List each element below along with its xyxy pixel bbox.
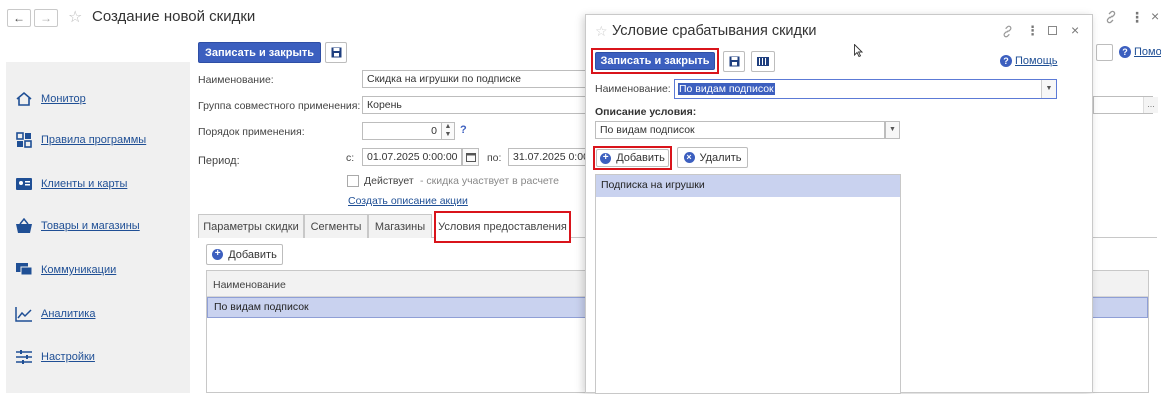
back-button[interactable]: ← [7,9,31,27]
add-label: Добавить [616,152,665,164]
tab-conditions[interactable]: Условия предоставления [434,211,571,243]
help-settings-button[interactable] [1096,44,1113,61]
group-select-button[interactable]: ... [1143,97,1158,113]
maximize-icon[interactable] [1048,26,1057,35]
delete-circle-icon: × [683,152,695,163]
more-icon[interactable]: ⋮ [1130,9,1144,26]
dialog-name-value: По видам подписок [678,83,775,95]
sidebar-item-settings[interactable]: Настройки [14,345,190,369]
favorite-star-icon[interactable]: ☆ [68,7,82,27]
arrow-left-icon: ← [13,11,25,25]
sidebar-item-communications[interactable]: Коммуникации [14,258,190,282]
subscription-list: Подписка на игрушки [595,174,901,394]
from-date-field[interactable]: 01.07.2025 0:00:00 [362,148,462,166]
tab-discount-params[interactable]: Параметры скидки [198,214,304,238]
dialog-delete-button[interactable]: × Удалить [677,147,748,168]
forward-button[interactable]: → [34,9,58,27]
barcode-icon [757,57,769,66]
chat-icon [14,261,34,279]
dropdown-arrow-icon[interactable]: ▼ [885,121,900,139]
name-field[interactable]: Скидка на игрушки по подписке [362,70,592,88]
page-title: Создание новой скидки [92,8,256,25]
floppy-disk-icon [729,56,740,67]
create-description-link[interactable]: Создать описание акции [348,195,468,207]
plus-circle-icon: + [600,152,612,164]
sidebar: Монитор Правила программы Клиенты и карт… [6,62,190,393]
group-label: Группа совместного применения: [198,100,361,112]
plus-circle-icon: + [212,249,224,260]
sidebar-item-label: Настройки [41,351,95,363]
help-label: Помощь [1134,46,1161,58]
sidebar-item-label: Монитор [41,93,86,105]
add-highlight: + Добавить [593,146,672,170]
grid-icon [14,131,34,149]
link-icon[interactable] [1104,10,1118,24]
save-close-highlight: Записать и закрыть [591,48,719,74]
help-icon: ? [1000,55,1012,67]
help-icon: ? [1119,46,1131,58]
save-button[interactable] [325,42,347,63]
arrow-right-icon: → [40,11,52,25]
dialog-add-button[interactable]: + Добавить [596,149,669,167]
sidebar-item-rules[interactable]: Правила программы [14,128,190,152]
dropdown-arrow-icon[interactable]: ▼ [1041,80,1056,98]
add-label: Добавить [228,248,277,261]
basket-icon [14,217,34,235]
sidebar-item-label: Товары и магазины [41,220,140,232]
close-icon[interactable]: × [1151,8,1159,24]
dialog-barcode-button[interactable] [751,51,775,72]
help-label: Помощь [1015,55,1058,67]
dialog-desc-label: Описание условия: [595,106,697,118]
sidebar-item-label: Коммуникации [41,264,117,276]
active-checkbox[interactable] [347,175,359,187]
order-field[interactable]: 0 [362,122,442,140]
tab-segments[interactable]: Сегменты [304,214,368,238]
order-help-icon[interactable]: ? [460,124,467,136]
dialog-save-close-button[interactable]: Записать и закрыть [595,52,715,70]
home-icon [14,90,34,108]
sidebar-item-analytics[interactable]: Аналитика [14,302,190,326]
dialog-save-button[interactable] [723,51,745,72]
floppy-disk-icon [331,47,342,58]
mouse-cursor-icon [854,44,863,57]
delete-label: Удалить [699,151,742,164]
active-label: Действует [364,175,414,187]
condition-dialog: ☆ Условие срабатывания скидки ⋮ × Записа… [585,14,1093,394]
favorite-star-icon[interactable]: ☆ [595,23,608,40]
active-hint: - скидка участвует в расчете [420,175,559,187]
sidebar-item-clients[interactable]: Клиенты и карты [14,172,190,196]
group-field[interactable]: Корень [362,96,592,114]
sidebar-item-label: Правила программы [41,134,147,146]
dialog-help-link[interactable]: ? Помощь [1000,55,1058,67]
order-stepper[interactable]: ▲ ▼ [441,122,455,140]
from-calendar-button[interactable] [462,148,479,166]
dialog-desc-field[interactable]: По видам подписок [595,121,885,139]
more-icon[interactable]: ⋮ [1026,23,1039,39]
save-close-button[interactable]: Записать и закрыть [198,42,321,63]
sidebar-item-goods[interactable]: Товары и магазины [14,214,190,238]
dialog-name-field[interactable]: По видам подписок ▼ [674,79,1057,99]
name-label: Наименование: [198,74,274,86]
to-label: по: [487,152,502,164]
dialog-title: Условие срабатывания скидки [612,23,817,39]
trend-icon [14,305,34,323]
dialog-name-label: Наименование: [595,83,671,95]
sidebar-item-monitor[interactable]: Монитор [14,87,190,111]
id-card-icon [14,175,34,193]
help-link[interactable]: ? Помощь [1119,46,1161,58]
add-condition-button[interactable]: + Добавить [206,244,283,265]
sidebar-item-label: Аналитика [41,308,96,320]
link-icon[interactable] [1001,25,1014,38]
calendar-icon [465,152,476,162]
sidebar-item-label: Клиенты и карты [41,178,128,190]
tab-stores[interactable]: Магазины [368,214,432,238]
order-label: Порядок применения: [198,126,305,138]
period-label: Период: [198,155,240,167]
list-item[interactable]: Подписка на игрушки [596,175,900,197]
sliders-icon [14,348,34,366]
from-label: с: [346,152,355,164]
close-icon[interactable]: × [1071,22,1079,38]
